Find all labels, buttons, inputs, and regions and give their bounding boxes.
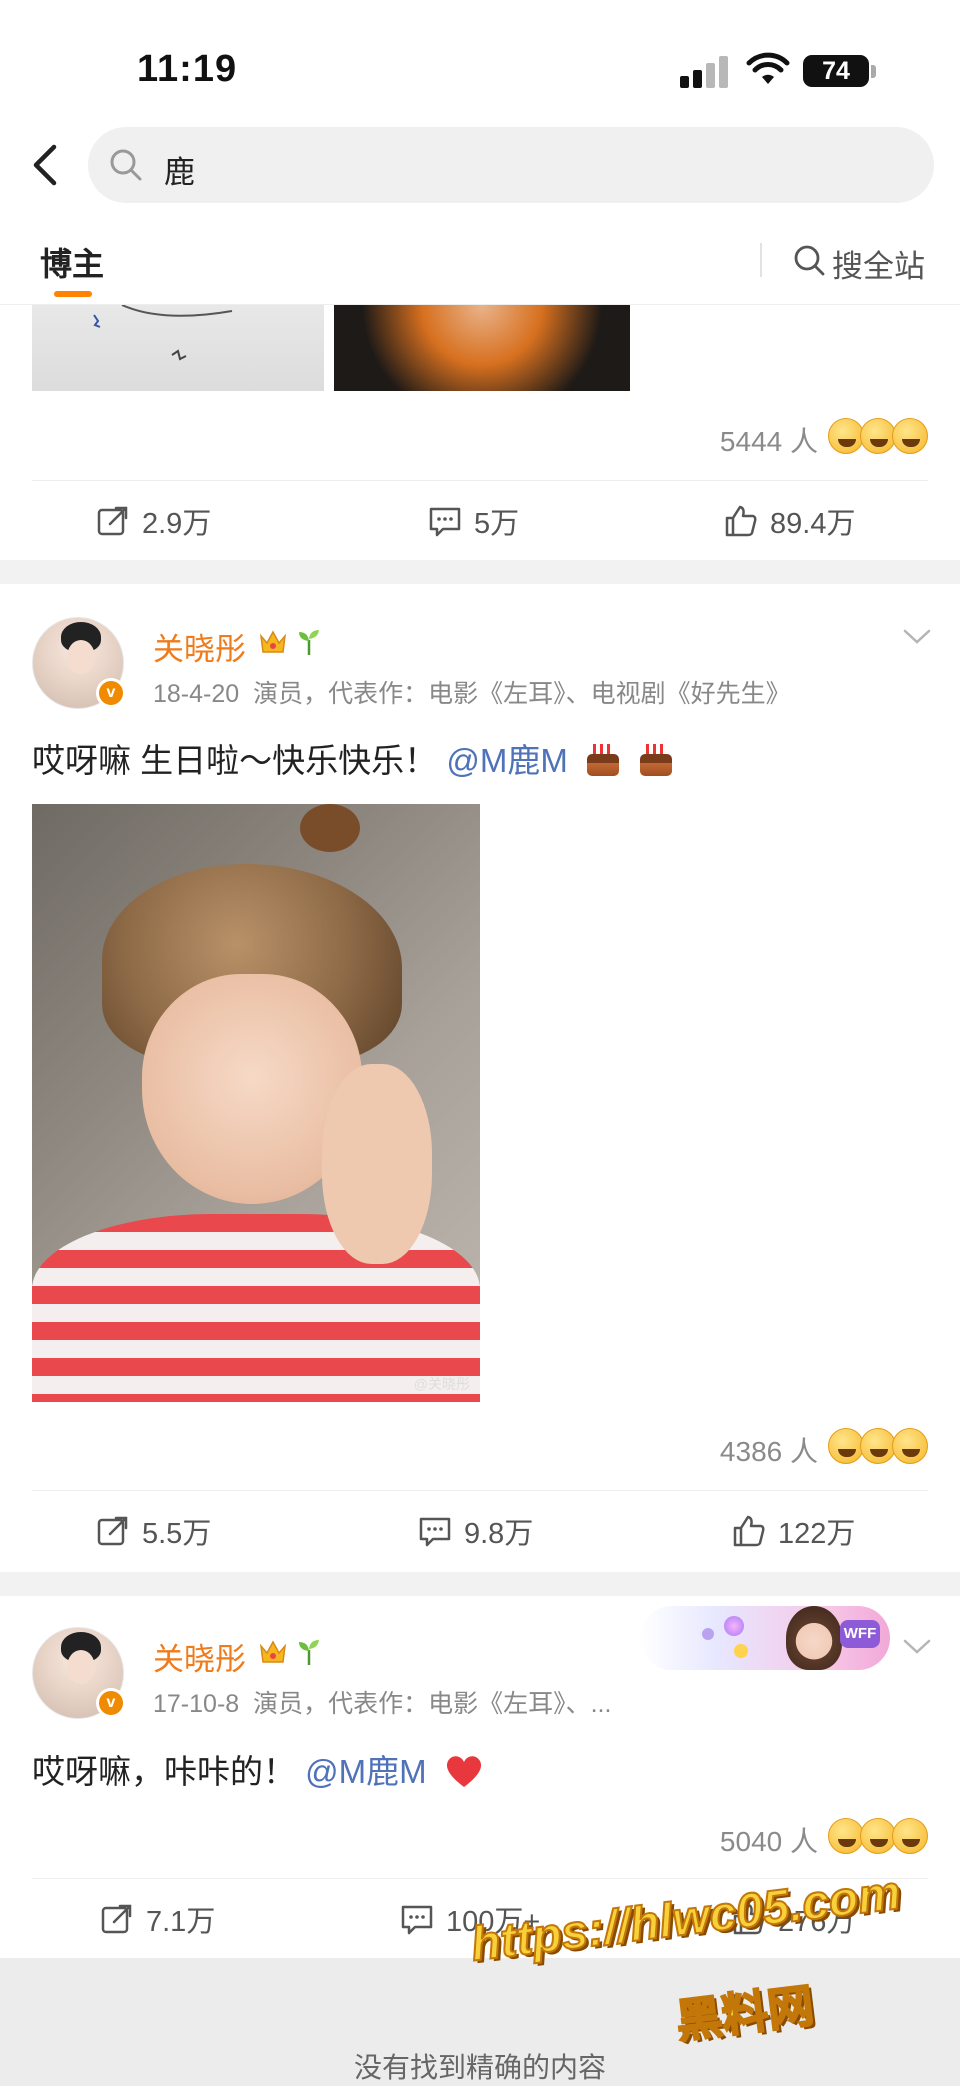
grin-emoji-icon	[828, 1818, 864, 1854]
grin-emoji-icon	[828, 1428, 864, 1464]
no-exact-results-text: 没有找到精确的内容	[353, 2052, 606, 2083]
repost-icon	[101, 1904, 132, 1934]
tabs-row: 博主 搜全站	[0, 225, 960, 305]
like-count: 122万	[778, 1518, 856, 1550]
repost-count: 2.9万	[142, 508, 212, 540]
status-time: 11:19	[137, 48, 238, 90]
repost-icon	[97, 506, 128, 536]
action-bar: 2.9万 5万 89.4万	[32, 480, 928, 560]
verified-badge-icon: v	[96, 678, 126, 708]
comment-button[interactable]: 5万	[428, 481, 519, 561]
comment-count: 9.8万	[464, 1518, 534, 1550]
reaction-count: 5444 人	[719, 426, 818, 457]
surprised-emoji-icon	[860, 418, 896, 454]
post-date: 17-10-8	[153, 1690, 240, 1718]
cellular-signal-icon	[680, 54, 728, 88]
crown-icon	[259, 630, 287, 653]
repost-button[interactable]: 5.5万	[96, 1491, 211, 1571]
search-icon	[794, 245, 825, 276]
reaction-emojis	[828, 1818, 928, 1854]
reaction-row[interactable]: 5444 人	[628, 416, 928, 457]
post-photo[interactable]: @关晓彤	[32, 804, 480, 1402]
kiss-emoji-icon	[892, 418, 928, 454]
reaction-emojis	[828, 1428, 928, 1464]
comment-icon	[429, 507, 461, 537]
author-bio: 演员，代表作：电影《左耳》、电视剧《好先生》	[253, 680, 791, 708]
action-bar: 5.5万 9.8万 122万	[32, 1490, 928, 1570]
comment-icon	[401, 1905, 433, 1935]
photo-watermark: @关晓彤	[413, 1376, 470, 1392]
kiss-emoji-icon	[860, 1818, 896, 1854]
mention-link[interactable]: @M鹿M	[446, 742, 567, 779]
post-text: 哎呀嘛，咔咔的！ @M鹿M	[32, 1745, 484, 1793]
battery-indicator: 74	[803, 55, 869, 87]
crown-icon	[259, 1640, 287, 1663]
username[interactable]: 关晓彤	[153, 1634, 246, 1679]
post-body: 哎呀嘛 生日啦～快乐快乐！	[32, 742, 438, 779]
search-row: 鹿	[0, 125, 960, 205]
thumbs-up-icon	[733, 1515, 765, 1547]
reaction-row[interactable]: 5040 人	[628, 1816, 928, 1857]
sprout-icon	[299, 1640, 319, 1665]
status-bar: 11:19 74	[0, 0, 960, 120]
repost-count: 7.1万	[146, 1906, 216, 1938]
battery-cap	[871, 65, 876, 78]
thumbs-up-icon	[725, 505, 757, 537]
like-count: 89.4万	[770, 508, 856, 540]
grin-emoji-icon	[828, 418, 864, 454]
back-arrow-icon[interactable]	[18, 137, 74, 193]
chevron-down-icon[interactable]	[902, 628, 932, 646]
reaction-count: 4386 人	[719, 1436, 818, 1467]
post-text: 哎呀嘛 生日啦～快乐快乐！ @M鹿M	[32, 734, 674, 782]
chevron-down-icon[interactable]	[902, 1638, 932, 1656]
reaction-emojis	[828, 418, 928, 454]
birthday-cake-emoji-icon	[585, 742, 621, 776]
post-meta: 18-4-20 演员，代表作：电影《左耳》、电视剧《好先生》	[153, 674, 791, 710]
repost-button[interactable]: 7.1万	[100, 1879, 215, 1959]
comment-button[interactable]: 9.8万	[418, 1491, 533, 1571]
card-divider	[0, 1572, 960, 1596]
reaction-count: 5040 人	[719, 1826, 818, 1857]
kiss-emoji-icon	[892, 1428, 928, 1464]
post-image[interactable]	[32, 305, 324, 391]
post-body: 哎呀嘛，咔咔的！	[32, 1753, 296, 1790]
comment-count: 5万	[474, 508, 520, 540]
promo-tag: WFF	[840, 1620, 880, 1648]
verified-badge-icon: v	[96, 1688, 126, 1718]
search-input[interactable]: 鹿	[88, 127, 934, 203]
search-icon	[110, 149, 142, 181]
tab-bloggers[interactable]: 博主	[40, 239, 104, 285]
post-meta: 17-10-8 演员，代表作：电影《左耳》、...	[153, 1684, 611, 1720]
repost-icon	[97, 1516, 128, 1546]
author-bio: 演员，代表作：电影《左耳》、...	[253, 1690, 612, 1718]
sketch-drawing	[93, 305, 233, 361]
post-image[interactable]	[334, 305, 630, 391]
post-date: 18-4-20	[153, 680, 240, 708]
card-divider	[0, 560, 960, 584]
wifi-icon	[746, 52, 790, 84]
heart-emoji-icon	[446, 1756, 481, 1787]
like-button[interactable]: 89.4万	[724, 481, 855, 561]
like-button[interactable]: 122万	[732, 1491, 855, 1571]
search-query: 鹿	[164, 155, 195, 190]
sprout-icon	[299, 630, 319, 655]
comment-icon	[419, 1517, 451, 1547]
birthday-cake-emoji-icon	[638, 742, 674, 776]
surprised-emoji-icon	[860, 1428, 896, 1464]
mention-link[interactable]: @M鹿M	[305, 1753, 426, 1790]
tab-divider	[760, 243, 762, 277]
promo-banner[interactable]: WFF	[640, 1606, 890, 1670]
repost-button[interactable]: 2.9万	[96, 481, 211, 561]
search-all-label: 搜全站	[832, 249, 925, 284]
surprised-emoji-icon	[892, 1818, 928, 1854]
reaction-row[interactable]: 4386 人	[628, 1426, 928, 1467]
active-tab-indicator	[54, 291, 92, 297]
username[interactable]: 关晓彤	[153, 624, 246, 669]
repost-count: 5.5万	[142, 1518, 212, 1550]
